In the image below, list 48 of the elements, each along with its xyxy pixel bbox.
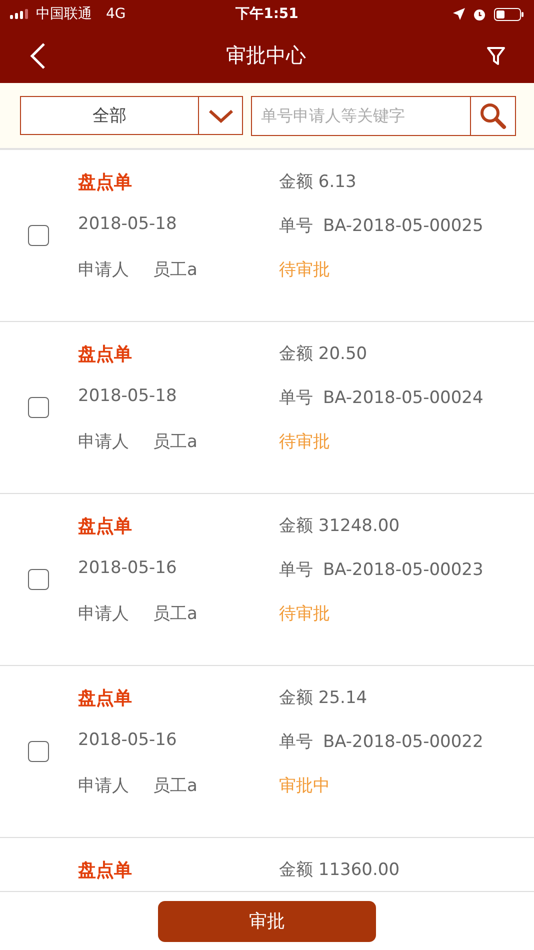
row-checkbox[interactable] xyxy=(28,225,49,246)
order-status: 待审批 xyxy=(279,431,331,454)
search-icon xyxy=(479,102,507,130)
back-icon xyxy=(30,42,46,70)
applicant-text: 申请人 员工a xyxy=(78,775,198,798)
amount-text: 金额 31248.00 xyxy=(279,515,401,538)
amount-text: 金额 6.13 xyxy=(279,171,358,194)
order-number: 单号 BA-2018-05-00025 xyxy=(279,215,484,238)
amount-text: 金额 20.50 xyxy=(279,343,368,366)
order-date: 2018-05-18 xyxy=(78,386,178,408)
order-status: 待审批 xyxy=(279,603,331,626)
order-type: 盘点单 xyxy=(78,515,133,539)
order-date: 2018-05-16 xyxy=(78,730,178,752)
filter-button[interactable] xyxy=(486,46,506,66)
order-status: 待审批 xyxy=(279,259,331,282)
page-title: 审批中心 xyxy=(225,42,307,69)
back-button[interactable] xyxy=(30,42,46,70)
row-checkbox[interactable] xyxy=(28,741,49,762)
filter-icon xyxy=(486,46,506,66)
row-checkbox[interactable] xyxy=(28,397,49,418)
applicant-text: 申请人 员工a xyxy=(78,259,198,282)
order-type: 盘点单 xyxy=(78,859,133,883)
alarm-icon xyxy=(473,8,486,20)
search-button[interactable] xyxy=(471,96,516,136)
status-time: 下午1:51 xyxy=(236,5,298,23)
order-number: 单号 BA-2018-05-00023 xyxy=(279,559,484,582)
row-checkbox[interactable] xyxy=(28,569,49,590)
search-field[interactable]: 单号申请人等关键字 xyxy=(251,96,471,136)
order-type: 盘点单 xyxy=(78,343,133,367)
order-type: 盘点单 xyxy=(78,687,133,711)
carrier-name: 中国联通 xyxy=(36,5,92,23)
signal-icon xyxy=(10,9,30,19)
order-date: 2018-05-18 xyxy=(78,214,178,236)
chevron-down-icon xyxy=(208,108,234,122)
applicant-text: 申请人 员工a xyxy=(78,431,198,454)
applicant-text: 申请人 员工a xyxy=(78,603,198,626)
network-type: 4G xyxy=(106,6,126,22)
amount-text: 金额 11360.00 xyxy=(279,859,401,882)
location-icon xyxy=(453,8,466,20)
battery-icon xyxy=(494,8,524,20)
order-number: 单号 BA-2018-05-00022 xyxy=(279,731,484,754)
order-number: 单号 BA-2018-05-00024 xyxy=(279,387,484,410)
order-type: 盘点单 xyxy=(78,171,133,195)
order-status: 审批中 xyxy=(279,775,331,798)
category-select[interactable]: 全部 xyxy=(20,96,243,135)
amount-text: 金额 25.14 xyxy=(279,687,368,710)
order-date: 2018-05-16 xyxy=(78,558,178,580)
approve-button[interactable]: 审批 xyxy=(158,900,376,942)
